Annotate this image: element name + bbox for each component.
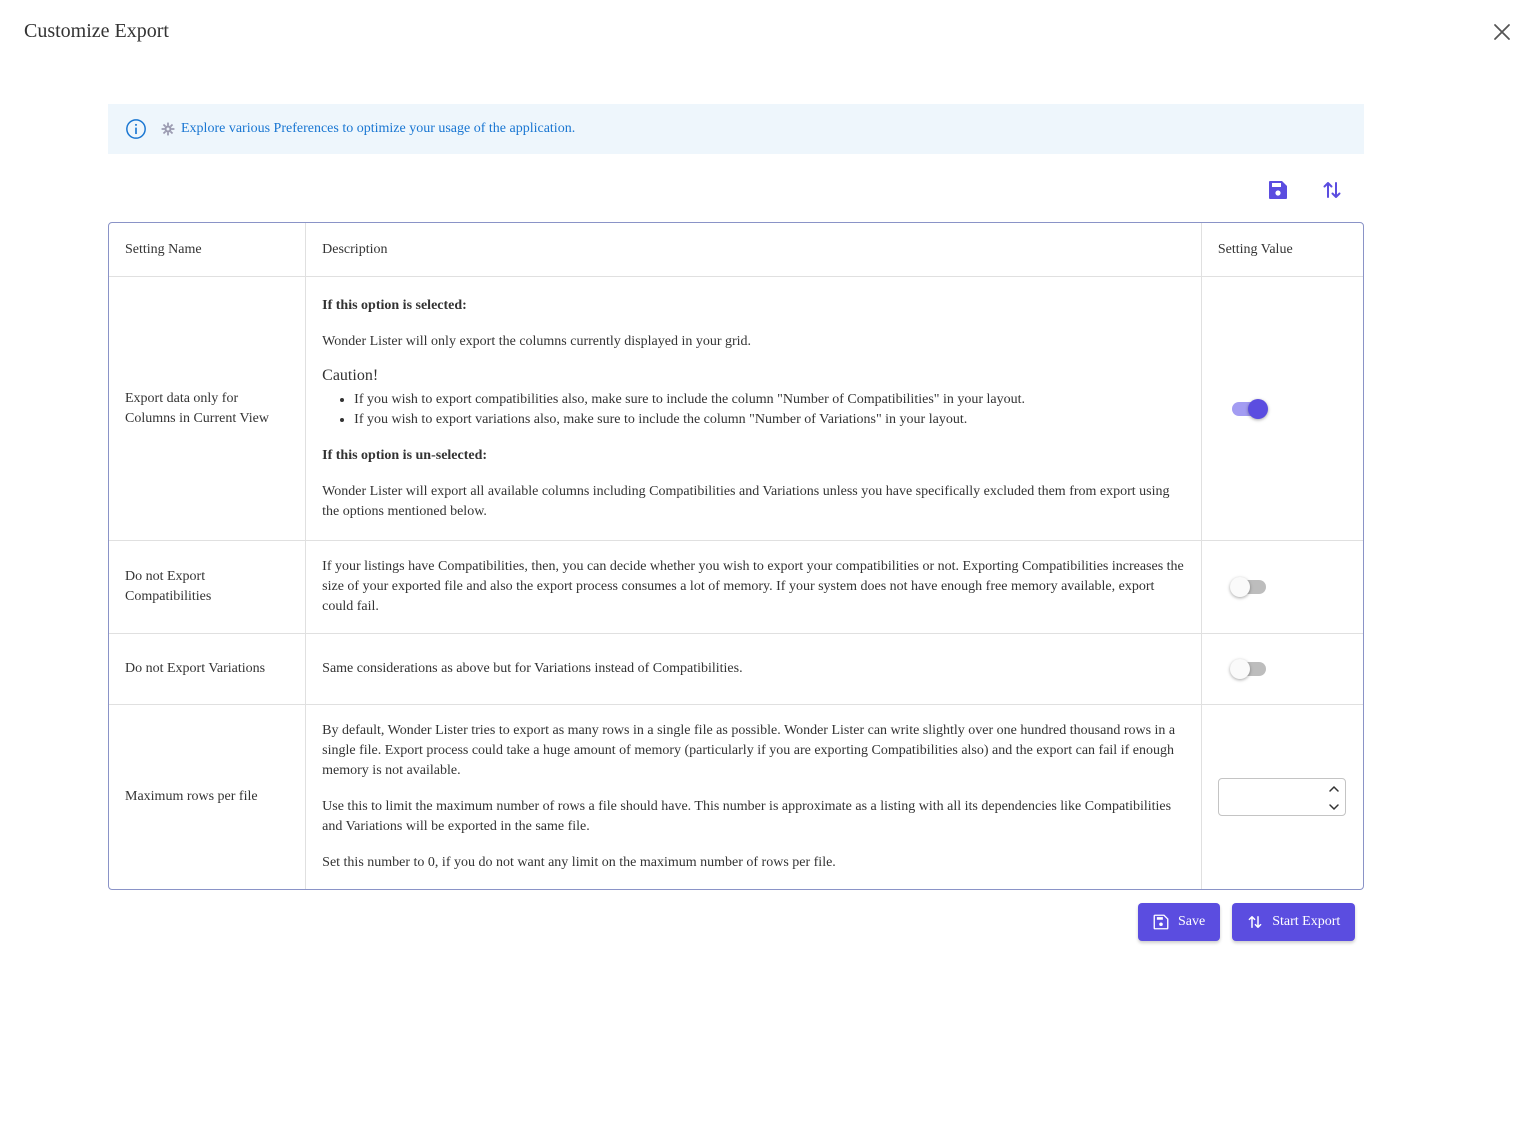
save-icon [1269,181,1287,199]
unselected-heading: If this option is un-selected: [322,447,488,463]
start-export-button[interactable]: Start Export [1232,903,1356,941]
toolbar-save-button[interactable] [1266,178,1290,202]
close-button[interactable] [1490,20,1514,44]
table-row: Maximum rows per file By default, Wonder… [109,704,1363,890]
export-current-view-toggle[interactable] [1230,398,1268,420]
description-paragraph: Use this to limit the maximum number of … [322,799,1172,834]
close-icon [1494,24,1510,40]
header-description: Description [305,223,1202,277]
list-item: If you wish to export variations also, m… [354,410,1185,430]
customize-export-dialog: Customize Export Explore various Prefere… [0,0,1536,1136]
dialog-actions: Save Start Export [1138,903,1356,941]
description-paragraph: By default, Wonder Lister tries to expor… [322,723,1176,778]
info-icon [126,119,146,139]
selected-text: Wonder Lister will only export the colum… [322,333,752,349]
setting-value [1201,276,1363,541]
start-export-label: Start Export [1272,914,1341,929]
save-icon [1153,914,1169,930]
no-variations-toggle[interactable] [1229,658,1268,680]
toolbar-export-button[interactable] [1320,178,1344,202]
header-setting-value: Setting Value [1201,223,1363,277]
setting-value [1201,540,1363,634]
stepper-arrows-icon[interactable] [1327,781,1341,815]
info-banner: Explore various Preferences to optimize … [108,104,1364,154]
banner-text[interactable]: Explore various Preferences to optimize … [181,121,575,137]
sort-arrows-icon [1323,182,1341,198]
max-rows-input[interactable] [1224,780,1329,816]
setting-description: Same considerations as above but for Var… [305,633,1202,705]
setting-value [1201,633,1363,705]
setting-name: Do not Export Compatibilities [109,540,307,634]
save-button[interactable]: Save [1138,903,1221,941]
dialog-title: Customize Export [24,20,169,42]
selected-heading: If this option is selected: [322,297,467,313]
max-rows-field [1217,778,1346,816]
setting-name: Export data only for Columns in Current … [109,276,307,541]
list-item: If you wish to export compatibilities al… [354,390,1185,410]
gear-icon [161,122,175,136]
setting-value [1201,705,1363,890]
settings-table: Setting Name Description Setting Value E… [108,222,1364,890]
setting-description: By default, Wonder Lister tries to expor… [305,704,1202,889]
no-compatibilities-toggle[interactable] [1229,576,1268,598]
setting-name: Maximum rows per file [109,704,307,889]
description-paragraph: Set this number to 0, if you do not want… [322,855,836,870]
unselected-text: Wonder Lister will export all available … [322,483,1170,519]
save-button-label: Save [1178,914,1206,929]
header-setting-name: Setting Name [109,223,307,277]
setting-description: If your listings have Compatibilities, t… [305,540,1202,634]
setting-description: If this option is selected: Wonder Liste… [305,276,1202,541]
table-row: Export data only for Columns in Current … [109,276,1363,541]
caution-list: If you wish to export compatibilities al… [322,390,1185,430]
setting-name: Do not Export Variations [109,633,307,705]
caution-heading: Caution! [322,366,379,384]
table-row: Do not Export Compatibilities If your li… [109,540,1363,634]
table-row: Do not Export Variations Same considerat… [109,633,1363,705]
sort-arrows-icon [1248,916,1262,928]
toolbar [1266,178,1344,202]
